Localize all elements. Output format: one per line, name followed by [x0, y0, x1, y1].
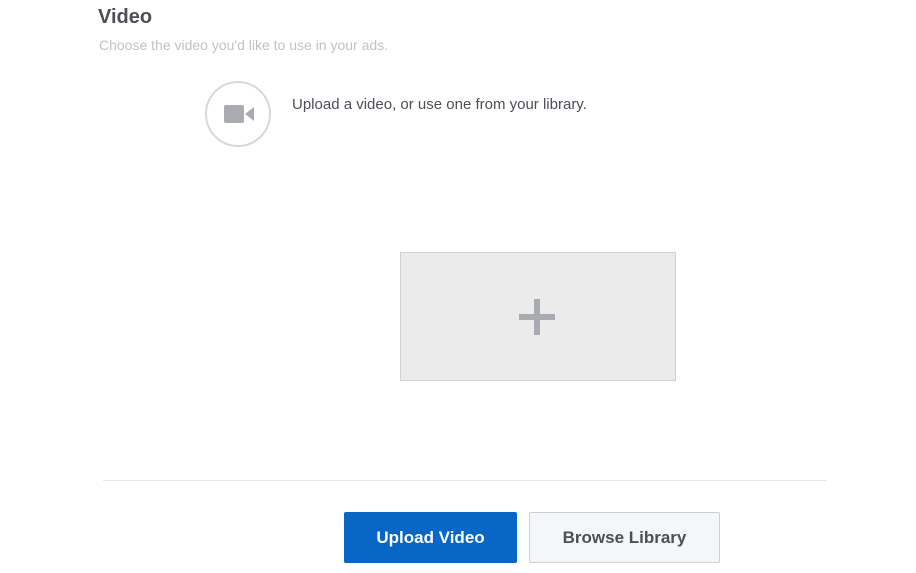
upload-video-button[interactable]: Upload Video	[344, 512, 517, 563]
browse-library-button[interactable]: Browse Library	[529, 512, 720, 563]
video-icon-badge	[205, 81, 271, 147]
video-camera-icon	[224, 105, 254, 123]
footer-divider	[103, 480, 827, 481]
add-video-tile[interactable]	[400, 252, 676, 381]
upload-hint-text: Upload a video, or use one from your lib…	[292, 96, 587, 113]
plus-icon	[519, 299, 555, 335]
section-subtitle: Choose the video you'd like to use in yo…	[99, 37, 389, 53]
section-title: Video	[98, 6, 153, 28]
